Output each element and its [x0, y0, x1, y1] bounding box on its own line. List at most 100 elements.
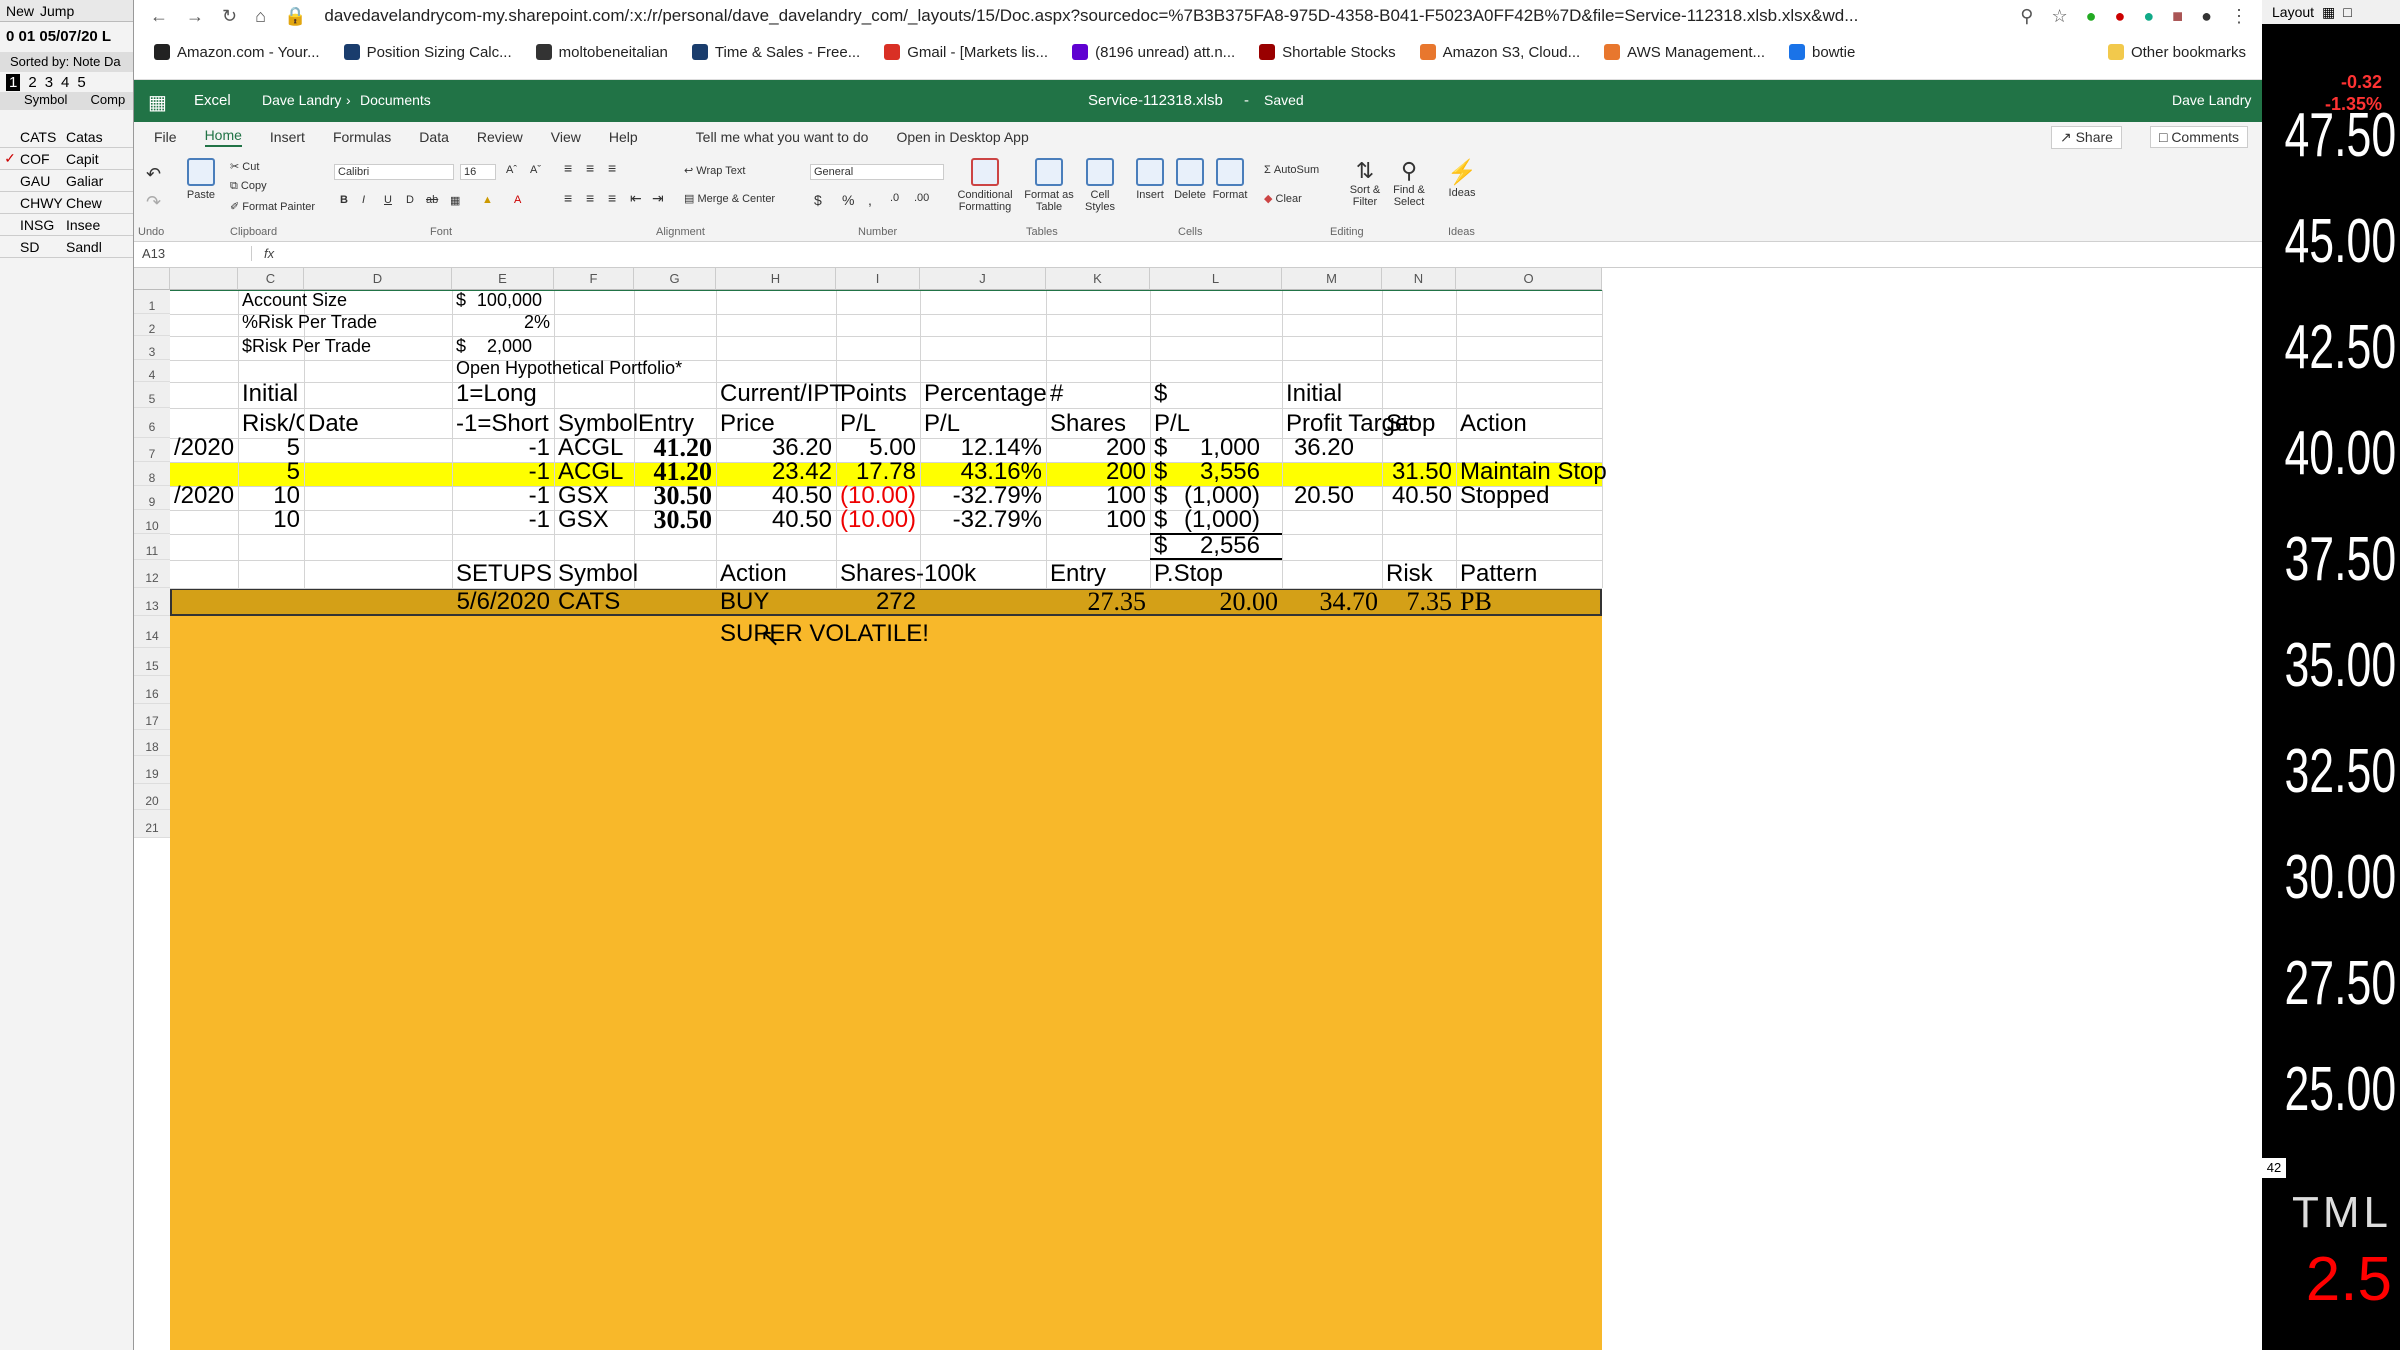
format-as-table-button[interactable]: Format as Table — [1024, 158, 1074, 213]
breadcrumb-documents[interactable]: Documents — [360, 92, 431, 108]
shares-cell[interactable]: 100 — [1046, 506, 1150, 534]
row-header[interactable]: 3 — [134, 336, 170, 360]
comma-icon[interactable]: , — [868, 192, 872, 208]
list-item[interactable]: INSG Insee — [0, 214, 133, 236]
row-header[interactable]: 21 — [134, 810, 170, 838]
reload-icon[interactable]: ↻ — [222, 6, 237, 27]
conditional-formatting-button[interactable]: Conditional Formatting — [954, 158, 1016, 213]
find-select-button[interactable]: ⚲ Find & Select — [1388, 158, 1430, 208]
cell-styles-button[interactable]: Cell Styles — [1078, 158, 1122, 213]
font-color-icon[interactable]: A — [514, 194, 521, 206]
format-cells-button[interactable]: Format — [1210, 158, 1250, 201]
increase-indent-icon[interactable]: ⇥ — [652, 190, 664, 207]
sort-filter-button[interactable]: ⇅ Sort & Filter — [1344, 158, 1386, 208]
extension-icon[interactable]: ● — [2115, 6, 2126, 27]
row-header[interactable]: 14 — [134, 616, 170, 648]
layout-label[interactable]: Layout — [2272, 4, 2314, 20]
align-center-icon[interactable]: ≡ — [586, 190, 594, 206]
header-cell[interactable]: Date — [304, 410, 452, 438]
row-header[interactable]: 5 — [134, 382, 170, 408]
ideas-button[interactable]: ⚡ Ideas — [1442, 158, 1482, 199]
watchlist-tab-5[interactable]: 5 — [77, 74, 85, 91]
user-name[interactable]: Dave Landry — [2172, 92, 2251, 108]
portfolio-title[interactable]: Open Hypothetical Portfolio* — [452, 354, 682, 382]
setup-action[interactable]: BUY — [716, 588, 836, 616]
bookmark-item[interactable]: moltobeneitalian — [535, 43, 668, 61]
action-cell[interactable] — [1456, 506, 1602, 534]
target-cell[interactable] — [1282, 506, 1358, 534]
setups-header-cell[interactable]: SETUPS — [452, 560, 554, 588]
fx-icon[interactable]: fx — [264, 246, 274, 261]
double-underline-icon[interactable]: D — [406, 194, 414, 206]
label-risk-dollars[interactable]: $Risk Per Trade — [238, 332, 371, 360]
row-header[interactable]: 18 — [134, 730, 170, 756]
extension-icon[interactable]: ● — [2086, 6, 2097, 27]
setups-header-cell[interactable]: Entry — [1046, 560, 1150, 588]
bookmark-item[interactable]: Amazon.com - Your... — [154, 43, 320, 61]
decrease-decimal-icon[interactable]: .00 — [914, 192, 929, 204]
select-all-corner[interactable] — [134, 268, 170, 290]
menu-icon[interactable]: ⋮ — [2230, 6, 2262, 27]
bookmark-item[interactable]: Gmail - [Markets lis... — [884, 43, 1048, 61]
align-top-icon[interactable]: ≡ — [564, 160, 572, 176]
paste-button[interactable]: Paste — [184, 158, 218, 201]
bookmark-item[interactable]: Position Sizing Calc... — [343, 43, 512, 61]
setup-pstop[interactable]: 20.00 — [1150, 588, 1282, 616]
watchlist-tab-1[interactable]: 1 — [6, 73, 21, 91]
setups-header-cell[interactable]: Pattern — [1456, 560, 1602, 588]
setups-header-cell[interactable]: Shares-100k — [836, 560, 1046, 588]
tab-formulas[interactable]: Formulas — [333, 129, 391, 145]
row-header[interactable]: 8 — [134, 462, 170, 486]
header-cell[interactable]: Initial — [238, 380, 304, 408]
header-cell[interactable]: $ — [1150, 380, 1282, 408]
row-header[interactable]: 9 — [134, 486, 170, 510]
tab-insert[interactable]: Insert — [270, 129, 305, 145]
grow-font-icon[interactable]: Aˆ — [506, 164, 517, 176]
percent-icon[interactable]: % — [842, 192, 854, 208]
column-header[interactable]: O — [1456, 268, 1602, 290]
italic-icon[interactable]: I — [362, 194, 365, 206]
list-item[interactable]: CATS Catas — [0, 126, 133, 148]
comments-button[interactable]: □ Comments — [2149, 126, 2248, 148]
column-symbol[interactable]: Symbol — [0, 92, 67, 110]
avatar[interactable]: ● — [2201, 6, 2212, 27]
back-icon[interactable]: ← — [150, 6, 168, 27]
watchlist-tab-2[interactable]: 2 — [28, 74, 36, 91]
increase-decimal-icon[interactable]: .0 — [890, 192, 899, 204]
font-family-select[interactable]: Calibri — [334, 164, 454, 180]
bookmark-item[interactable]: (8196 unread) att.n... — [1072, 43, 1235, 61]
symbol-cell[interactable]: GSX — [554, 506, 634, 534]
row-header[interactable]: 17 — [134, 704, 170, 730]
align-bottom-icon[interactable]: ≡ — [608, 160, 616, 176]
column-header[interactable]: H — [716, 268, 836, 290]
window-icon[interactable]: □ — [2343, 4, 2351, 20]
list-item[interactable]: SD Sandl — [0, 236, 133, 258]
format-painter-button[interactable]: ✐ Format Painter — [230, 200, 315, 213]
row-header[interactable]: 19 — [134, 756, 170, 784]
points-cell[interactable]: (10.00) — [836, 506, 920, 534]
note-cell[interactable]: SUPER VOLATILE! — [716, 620, 929, 648]
extension-icon[interactable]: ■ — [2172, 6, 2183, 27]
cut-button[interactable]: ✂ Cut — [230, 160, 259, 173]
row-header[interactable]: 16 — [134, 676, 170, 704]
column-header[interactable]: F — [554, 268, 634, 290]
stop-cell[interactable] — [1382, 506, 1456, 534]
fill-color-icon[interactable]: ▲ — [482, 194, 493, 206]
wrap-text-button[interactable]: ↩ Wrap Text — [684, 164, 745, 177]
copy-button[interactable]: ⧉ Copy — [230, 180, 267, 193]
date-cell[interactable] — [170, 506, 238, 534]
column-header[interactable]: I — [836, 268, 920, 290]
star-icon[interactable]: ☆ — [2051, 6, 2067, 27]
setup-pattern[interactable]: PB — [1456, 588, 1602, 616]
borders-icon[interactable]: ▦ — [450, 194, 460, 207]
home-icon[interactable]: ⌂ — [255, 6, 266, 27]
decrease-indent-icon[interactable]: ⇤ — [630, 190, 642, 207]
tell-me-search[interactable]: Tell me what you want to do — [696, 129, 869, 145]
column-header[interactable]: L — [1150, 268, 1282, 290]
shrink-font-icon[interactable]: Aˇ — [530, 164, 541, 176]
file-name[interactable]: Service-112318.xlsb — [1088, 92, 1223, 109]
setups-header-cell[interactable]: Action — [716, 560, 836, 588]
row-header[interactable]: 2 — [134, 314, 170, 336]
forward-icon[interactable]: → — [186, 6, 204, 27]
bookmark-item[interactable]: Time & Sales - Free... — [691, 43, 860, 61]
